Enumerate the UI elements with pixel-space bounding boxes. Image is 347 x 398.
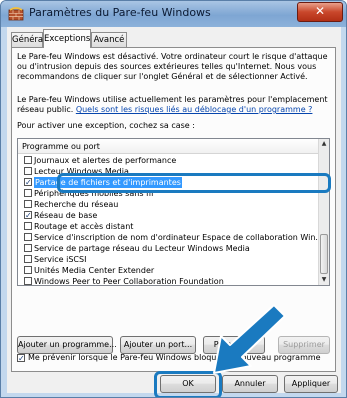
tab-advanced[interactable]: Avancé — [91, 32, 127, 47]
exception-checkbox[interactable] — [24, 244, 32, 252]
list-item-label: Service de partage réseau du Lecteur Win… — [34, 244, 250, 253]
list-item[interactable]: Routage et accès distant — [18, 221, 320, 232]
list-item-label: Réseau de base — [34, 211, 98, 220]
list-item[interactable]: ✓ Réseau de base — [18, 210, 320, 221]
scroll-down-icon[interactable]: ▼ — [319, 275, 329, 285]
scroll-up-icon[interactable]: ▲ — [319, 139, 329, 149]
network-location-info: Le Pare-feu Windows utilise actuellement… — [17, 95, 329, 115]
exception-checkbox[interactable] — [24, 255, 32, 263]
tab-exceptions[interactable]: Exceptions — [43, 29, 91, 48]
list-item-label: Unités Media Center Extender — [34, 266, 155, 275]
firewall-settings-window: Paramètres du Pare-feu Windows ✕ Général… — [0, 0, 347, 398]
list-item-label: Service iSCSI — [34, 255, 87, 264]
list-item[interactable]: Service de partage réseau du Lecteur Win… — [18, 243, 320, 254]
firewall-brick-icon — [8, 7, 24, 21]
exceptions-panel: Le Pare-feu Windows est désactivé. Votre… — [11, 47, 336, 372]
close-button[interactable]: ✕ — [297, 2, 343, 22]
exceptions-list[interactable]: Programme ou port Journaux et alertes de… — [17, 138, 330, 286]
title-bar[interactable]: Paramètres du Pare-feu Windows ✕ — [1, 1, 346, 27]
exception-checkbox[interactable] — [24, 266, 32, 274]
notify-checkbox[interactable]: ✓ — [17, 354, 25, 363]
tab-general[interactable]: Général — [11, 32, 46, 47]
exception-checkbox[interactable] — [24, 277, 32, 285]
list-item-label: Service d'inscription de nom d'ordinateu… — [34, 233, 324, 242]
cancel-button[interactable]: Annuler — [222, 375, 278, 393]
firewall-off-warning: Le Pare-feu Windows est désactivé. Votre… — [17, 52, 328, 81]
scroll-thumb[interactable] — [320, 234, 328, 274]
list-item[interactable]: Service iSCSI — [18, 254, 320, 265]
pointer-arrow-icon — [213, 304, 286, 374]
add-port-button[interactable]: Ajouter un port... — [120, 336, 196, 354]
selected-row-highlight — [57, 173, 331, 193]
list-item[interactable]: Journaux et alertes de performance — [18, 155, 320, 166]
list-column-header[interactable]: Programme ou port — [18, 139, 320, 154]
exception-instruction: Pour activer une exception, cochez sa ca… — [17, 121, 195, 130]
list-item-label: Windows Peer to Peer Collaboration Found… — [34, 277, 224, 286]
list-item[interactable]: Unités Media Center Extender — [18, 265, 320, 276]
exception-checkbox[interactable] — [24, 189, 32, 197]
exception-checkbox[interactable] — [24, 233, 32, 241]
list-item[interactable]: Service d'inscription de nom d'ordinateu… — [18, 232, 324, 243]
add-program-button[interactable]: Ajouter un programme... — [17, 336, 117, 354]
close-icon: ✕ — [314, 4, 326, 18]
exception-checkbox[interactable] — [24, 200, 32, 208]
exception-checkbox[interactable] — [24, 156, 32, 164]
list-item-label: Routage et accès distant — [34, 222, 134, 231]
exception-checkbox[interactable]: ✓ — [24, 178, 32, 187]
apply-button[interactable]: Appliquer — [284, 375, 338, 393]
window-title: Paramètres du Pare-feu Windows — [29, 6, 211, 19]
list-item-label: Recherche du réseau — [34, 200, 119, 209]
risks-link[interactable]: Quels sont les risques liés au déblocage… — [76, 105, 313, 114]
exception-checkbox[interactable] — [24, 167, 32, 175]
exception-checkbox[interactable]: ✓ — [24, 211, 32, 220]
list-scrollbar[interactable]: ▲ ▼ — [318, 139, 329, 285]
exception-checkbox[interactable] — [24, 222, 32, 230]
list-item-label: Journaux et alertes de performance — [34, 156, 177, 165]
dialog-client-area: Général Exceptions Avancé Le Pare-feu Wi… — [7, 27, 341, 393]
list-item[interactable]: Recherche du réseau — [18, 199, 320, 210]
list-item[interactable]: Windows Peer to Peer Collaboration Found… — [18, 276, 320, 286]
